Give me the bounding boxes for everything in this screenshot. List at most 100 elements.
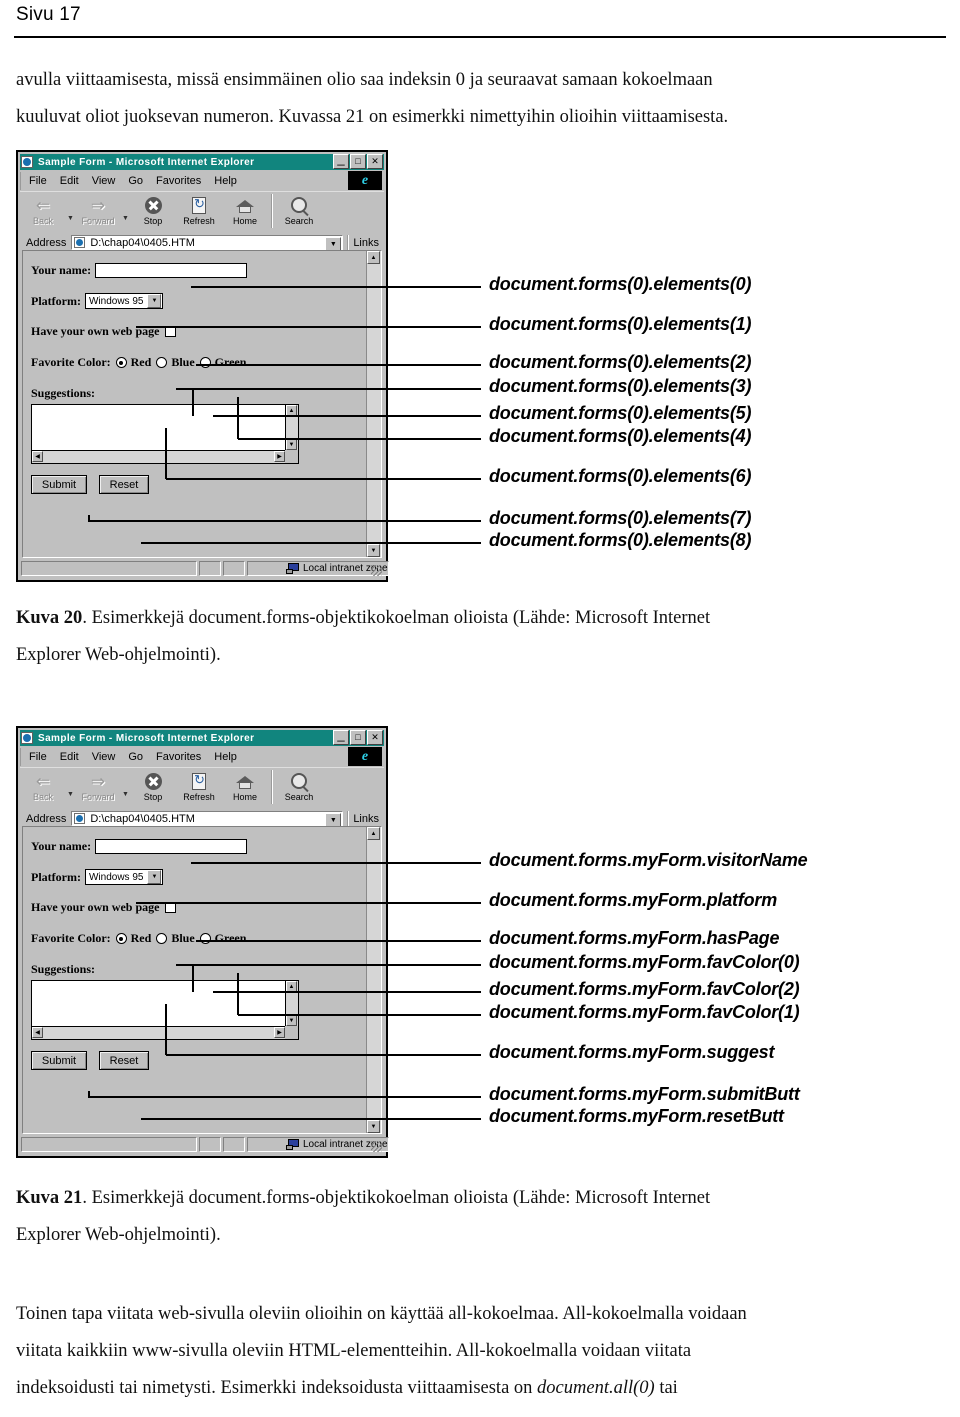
textarea-horizontal-scrollbar[interactable]: ◀ ▶ <box>32 1026 285 1039</box>
close-button[interactable]: ✕ <box>367 154 383 169</box>
reset-button[interactable]: Reset <box>99 475 149 494</box>
outro-line-2: viitata kaikkiin www-sivulla oleviin HTM… <box>16 1341 692 1361</box>
platform-select[interactable]: Windows 95 ▼ <box>84 869 164 885</box>
visitor-name-input[interactable] <box>95 839 248 854</box>
submit-button[interactable]: Submit <box>31 475 87 494</box>
forward-dropdown-icon[interactable]: ▼ <box>121 215 130 222</box>
stop-button[interactable]: Stop <box>130 192 176 230</box>
back-dropdown-icon[interactable]: ▼ <box>66 791 75 798</box>
textarea-corner <box>285 450 298 463</box>
links-button[interactable]: Links <box>353 813 379 825</box>
menu-item-favorites[interactable]: Favorites <box>156 751 201 763</box>
resize-grip[interactable] <box>371 1141 382 1152</box>
menu-item-favorites[interactable]: Favorites <box>156 175 201 187</box>
document-scrollbar-21[interactable]: ▲ ▼ <box>366 827 381 1133</box>
resize-grip[interactable] <box>371 565 382 576</box>
leader-line-haspage <box>196 940 481 942</box>
doc-scroll-up-icon[interactable]: ▲ <box>367 251 380 264</box>
stop-button[interactable]: Stop <box>130 768 176 806</box>
forward-button[interactable]: ⇒ Forward <box>75 768 121 806</box>
callout-platform: document.forms.myForm.platform <box>489 890 778 910</box>
reset-button[interactable]: Reset <box>99 1051 149 1070</box>
toolbar-21: ⇐ Back ▼ ⇒ Forward ▼ Stop Refresh Home <box>20 767 384 808</box>
submit-button[interactable]: Submit <box>31 1051 87 1070</box>
intranet-zone-icon <box>286 563 299 574</box>
address-value: D:\chap04\0405.HTM <box>90 812 195 825</box>
back-button[interactable]: ⇐ Back <box>20 192 66 230</box>
address-dropdown-icon[interactable]: ▼ <box>325 237 342 251</box>
callout-elements-0: document.forms(0).elements(0) <box>489 274 752 294</box>
back-button[interactable]: ⇐ Back <box>20 768 66 806</box>
document-scrollbar-20[interactable]: ▲ ▼ <box>366 251 381 557</box>
maximize-button[interactable]: □ <box>350 154 366 169</box>
home-label: Home <box>232 792 257 802</box>
forward-button[interactable]: ⇒ Forward <box>75 192 121 230</box>
color-row: Favorite Color: Red Blue Green <box>31 931 246 946</box>
favcolor-radio-blue[interactable] <box>156 933 168 944</box>
address-input[interactable]: D:\chap04\0405.HTM ▼ <box>71 235 344 251</box>
address-dropdown-icon[interactable]: ▼ <box>325 813 342 827</box>
menu-item-view[interactable]: View <box>92 751 116 763</box>
scroll-right-icon[interactable]: ▶ <box>274 1027 285 1038</box>
menu-item-edit[interactable]: Edit <box>60 175 79 187</box>
address-input[interactable]: D:\chap04\0405.HTM ▼ <box>71 811 344 827</box>
textarea-horizontal-scrollbar[interactable]: ◀ ▶ <box>32 450 285 463</box>
refresh-icon <box>192 771 206 791</box>
scroll-down-icon[interactable]: ▼ <box>286 1015 297 1026</box>
menu-bar-21: File Edit View Go Favorites Help e <box>20 747 384 766</box>
security-zone-cell: Local intranet zone <box>247 561 389 576</box>
textarea-vertical-scrollbar[interactable]: ▲ ▼ <box>285 981 298 1026</box>
maximize-button[interactable]: □ <box>350 730 366 745</box>
favcolor-radio-red[interactable] <box>115 933 127 944</box>
refresh-button[interactable]: Refresh <box>176 768 222 806</box>
minimize-button[interactable]: _ <box>333 728 349 745</box>
home-button[interactable]: Home <box>222 192 268 230</box>
search-icon <box>291 771 307 791</box>
suggestions-row: Suggestions: <box>31 386 95 401</box>
back-dropdown-icon[interactable]: ▼ <box>66 215 75 222</box>
refresh-button[interactable]: Refresh <box>176 192 222 230</box>
menu-item-file[interactable]: File <box>29 751 47 763</box>
doc-scroll-down-icon[interactable]: ▼ <box>367 1120 380 1133</box>
menu-item-help[interactable]: Help <box>214 175 237 187</box>
favcolor-radio-green[interactable] <box>199 357 211 368</box>
menu-item-go[interactable]: Go <box>128 175 143 187</box>
scroll-right-icon[interactable]: ▶ <box>274 451 285 462</box>
menu-item-help[interactable]: Help <box>214 751 237 763</box>
minimize-button[interactable]: _ <box>333 152 349 169</box>
search-label: Search <box>284 792 314 802</box>
scroll-left-icon[interactable]: ◀ <box>32 451 43 462</box>
visitor-name-input[interactable] <box>95 263 248 278</box>
window-title: Sample Form - Microsoft Internet Explore… <box>38 156 255 168</box>
leader-line-6 <box>166 478 481 480</box>
platform-select[interactable]: Windows 95 ▼ <box>84 293 164 309</box>
links-button[interactable]: Links <box>353 237 379 249</box>
home-icon <box>236 195 254 215</box>
doc-scroll-up-icon[interactable]: ▲ <box>367 827 380 840</box>
menu-item-edit[interactable]: Edit <box>60 751 79 763</box>
scroll-left-icon[interactable]: ◀ <box>32 1027 43 1038</box>
leader-vline-6 <box>165 428 167 479</box>
leader-line-7 <box>89 520 481 522</box>
search-button[interactable]: Search <box>276 768 322 806</box>
favcolor-radio-red[interactable] <box>115 357 127 368</box>
menu-item-go[interactable]: Go <box>128 751 143 763</box>
search-button[interactable]: Search <box>276 192 322 230</box>
left-arrow-icon: ⇐ <box>35 771 51 791</box>
title-bar: Sample Form - Microsoft Internet Explore… <box>20 152 384 170</box>
menu-item-view[interactable]: View <box>92 175 116 187</box>
forward-label: Forward <box>81 792 115 802</box>
forward-dropdown-icon[interactable]: ▼ <box>121 791 130 798</box>
favcolor-radio-blue[interactable] <box>156 357 168 368</box>
leader-line-8 <box>141 542 481 544</box>
doc-scroll-down-icon[interactable]: ▼ <box>367 544 380 557</box>
close-button[interactable]: ✕ <box>367 730 383 745</box>
search-label: Search <box>284 216 314 226</box>
home-button[interactable]: Home <box>222 768 268 806</box>
scroll-down-icon[interactable]: ▼ <box>286 439 297 450</box>
textarea-vertical-scrollbar[interactable]: ▲ ▼ <box>285 405 298 450</box>
callout-elements-2: document.forms(0).elements(2) <box>489 352 752 372</box>
textarea-corner <box>285 1026 298 1039</box>
favcolor-radio-green[interactable] <box>199 933 211 944</box>
menu-item-file[interactable]: File <box>29 175 47 187</box>
